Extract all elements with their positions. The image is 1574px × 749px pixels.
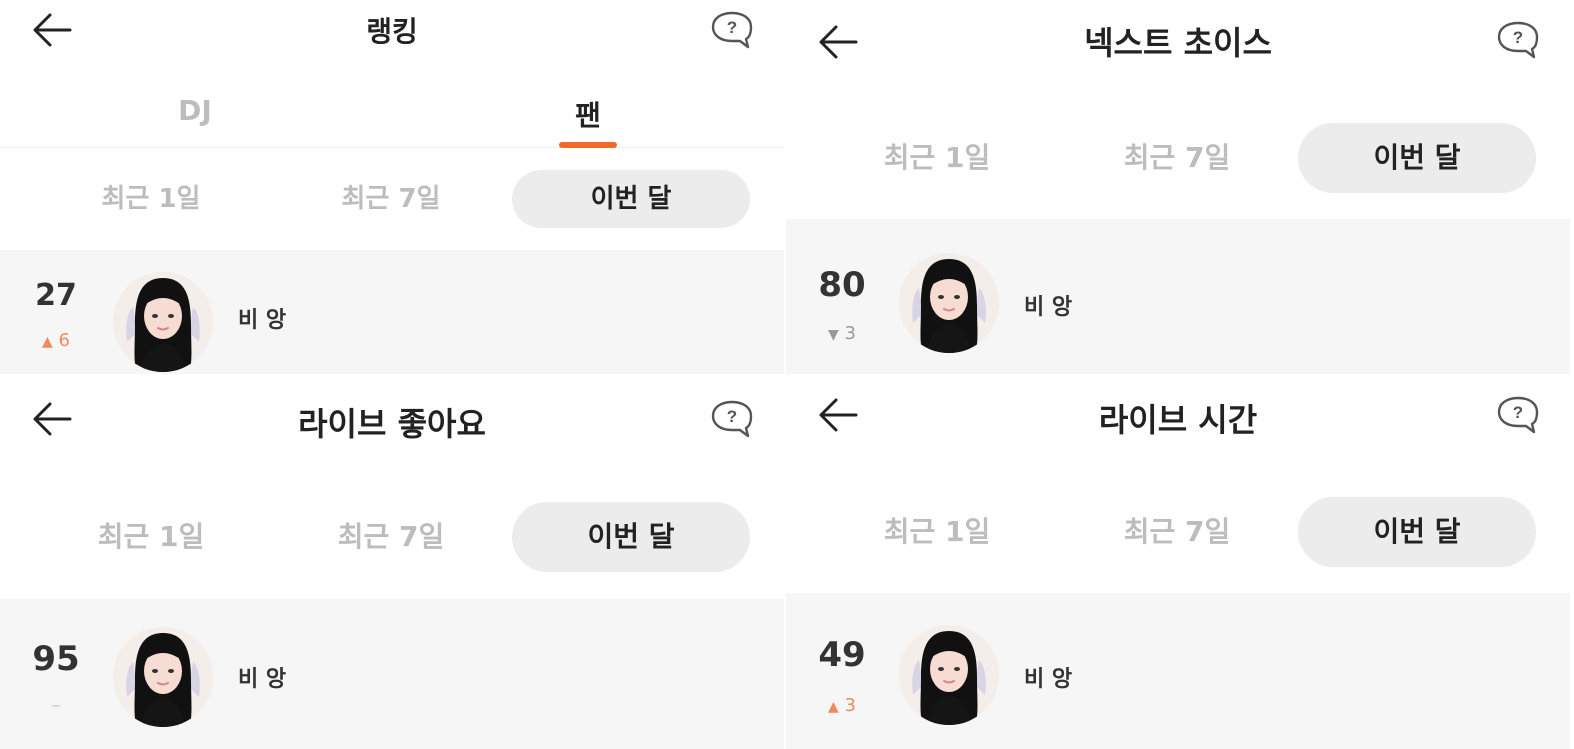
header: 넥스트 초이스 [786, 0, 1570, 90]
tab-dj[interactable]: DJ [95, 94, 295, 127]
rank-number: 49 [818, 635, 866, 675]
ranking-panel: 랭킹 DJ 팬 최근 1일 최근 7일 이번 달 27 ▲ 6 비 앙 [0, 0, 784, 374]
rank-number: 80 [818, 265, 866, 305]
tab-fan[interactable]: 팬 [488, 94, 688, 134]
page-title: 라이브 좋아요 [298, 405, 486, 443]
header: 라이브 좋아요 [0, 375, 784, 455]
period-option-1-day[interactable]: 최근 1일 [818, 497, 1056, 567]
period-option-7-days[interactable]: 최근 7일 [272, 170, 510, 228]
period-selector: 최근 1일 최근 7일 이번 달 [786, 497, 1570, 567]
rank-change: ▲ 3 [802, 695, 882, 716]
triangle-up-icon: ▲ [42, 334, 53, 350]
rank-change-value: 6 [58, 330, 70, 351]
period-option-1-day[interactable]: 최근 1일 [32, 170, 270, 228]
next-choice-panel: 넥스트 초이스 최근 1일 최근 7일 이번 달 80 ▼ 3 비 앙 [786, 0, 1570, 374]
help-bubble-icon[interactable] [710, 399, 754, 439]
active-tab-indicator [559, 142, 617, 148]
rank-number: 95 [32, 639, 80, 679]
dash-icon: – [51, 695, 61, 716]
period-selector: 최근 1일 최근 7일 이번 달 [786, 123, 1570, 193]
period-selector: 최근 1일 최근 7일 이번 달 [0, 170, 784, 240]
triangle-up-icon: ▲ [828, 699, 839, 715]
ranking-row[interactable]: 95 – 비 앙 [0, 599, 784, 749]
period-option-1-day[interactable]: 최근 1일 [32, 502, 270, 572]
tab-bar: DJ 팬 [0, 80, 784, 148]
header: 라이브 시간 [786, 375, 1570, 455]
rank-change: – [16, 695, 96, 716]
avatar [899, 625, 999, 725]
page-title: 넥스트 초이스 [1084, 24, 1272, 62]
rank-change: ▲ 6 [16, 330, 96, 351]
rank-change-value: 3 [844, 695, 856, 716]
live-likes-panel: 라이브 좋아요 최근 1일 최근 7일 이번 달 95 – 비 앙 [0, 375, 784, 749]
rank-change-value: 3 [844, 323, 856, 344]
period-option-this-month[interactable]: 이번 달 [1298, 497, 1536, 567]
user-name: 비 앙 [238, 308, 287, 333]
header: 랭킹 [0, 0, 784, 80]
avatar [113, 272, 213, 372]
help-bubble-icon[interactable] [1496, 20, 1540, 60]
user-name: 비 앙 [1024, 295, 1073, 320]
period-option-this-month[interactable]: 이번 달 [512, 502, 750, 572]
period-option-7-days[interactable]: 최근 7일 [1058, 123, 1296, 193]
ranking-row[interactable]: 49 ▲ 3 비 앙 [786, 593, 1570, 749]
help-bubble-icon[interactable] [1496, 395, 1540, 435]
page-title: 라이브 시간 [1098, 401, 1258, 439]
period-option-this-month[interactable]: 이번 달 [1298, 123, 1536, 193]
rank-change: ▼ 3 [802, 323, 882, 344]
rank-number: 27 [35, 278, 77, 313]
ranking-row[interactable]: 80 ▼ 3 비 앙 [786, 219, 1570, 374]
period-option-7-days[interactable]: 최근 7일 [272, 502, 510, 572]
period-option-1-day[interactable]: 최근 1일 [818, 123, 1056, 193]
panel-divider [784, 0, 786, 749]
period-selector: 최근 1일 최근 7일 이번 달 [0, 502, 784, 572]
triangle-down-icon: ▼ [828, 327, 839, 343]
period-option-7-days[interactable]: 최근 7일 [1058, 497, 1296, 567]
avatar [113, 627, 213, 727]
help-bubble-icon[interactable] [710, 10, 754, 50]
user-name: 비 앙 [238, 667, 287, 692]
ranking-row[interactable]: 27 ▲ 6 비 앙 [0, 250, 784, 374]
page-title: 랭킹 [366, 15, 418, 48]
period-option-this-month[interactable]: 이번 달 [512, 170, 750, 228]
avatar [899, 253, 999, 353]
live-time-panel: 라이브 시간 최근 1일 최근 7일 이번 달 49 ▲ 3 비 앙 [786, 375, 1570, 749]
user-name: 비 앙 [1024, 667, 1073, 692]
